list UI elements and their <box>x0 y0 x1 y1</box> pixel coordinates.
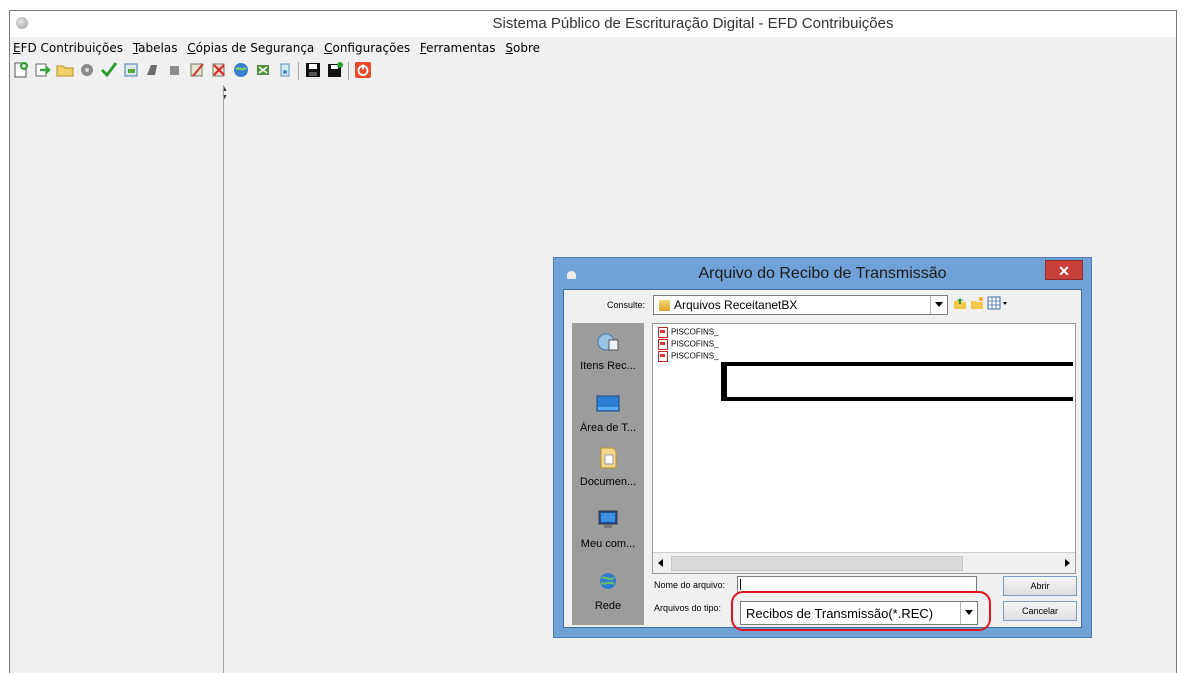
places-bar: Itens Rec... Área de T... Documen... Meu… <box>572 323 644 625</box>
place-label: Itens Rec... <box>580 360 636 372</box>
look-in-combo[interactable]: Arquivos ReceitanetBX <box>653 295 948 315</box>
desktop-icon <box>596 395 620 412</box>
up-folder-icon[interactable] <box>953 296 967 310</box>
close-button[interactable]: ✕ <box>1045 260 1083 280</box>
file-name: PISCOFINS_ <box>671 339 719 349</box>
documents-icon <box>600 447 617 469</box>
look-in-label: Consulte: <box>607 300 646 310</box>
import-icon[interactable] <box>34 61 52 79</box>
file-name: PISCOFINS_ <box>671 327 719 337</box>
highlight-annotation <box>731 591 991 631</box>
edit-icon[interactable] <box>188 61 206 79</box>
menu-tabelas[interactable]: Tabelas <box>130 38 181 55</box>
new-folder-icon[interactable] <box>970 296 984 310</box>
list-item[interactable]: PISCOFINS_ <box>658 351 719 362</box>
place-label: Meu com... <box>580 538 636 550</box>
computer-icon <box>598 510 618 528</box>
list-item[interactable]: PISCOFINS_ <box>658 327 719 338</box>
chevron-down-icon[interactable] <box>930 296 947 314</box>
recent-items-icon <box>597 333 619 351</box>
pdf-file-icon <box>658 339 668 350</box>
menu-bar: EFD Contribuições Tabelas Cópias de Segu… <box>10 38 1176 58</box>
place-label: Área de T... <box>579 422 637 434</box>
window-title: Sistema Público de Escrituração Digital … <box>492 15 894 32</box>
open-button[interactable]: Abrir <box>1003 576 1077 596</box>
view-menu-icon[interactable] <box>987 296 1009 310</box>
report-icon[interactable] <box>254 61 272 79</box>
pdf-file-icon <box>658 327 668 338</box>
file-name: PISCOFINS_ <box>671 351 719 361</box>
open-folder-icon[interactable] <box>56 61 74 79</box>
folder-icon <box>659 300 670 311</box>
validate-icon[interactable] <box>78 61 96 79</box>
save-as-icon[interactable] <box>326 61 344 79</box>
file-type-label: Arquivos do tipo: <box>654 603 722 613</box>
navigation-tree-pane[interactable] <box>10 85 221 673</box>
look-in-value: Arquivos ReceitanetBX <box>674 298 798 312</box>
save-icon[interactable] <box>304 61 322 79</box>
transmit-icon[interactable] <box>232 61 250 79</box>
file-name-label: Nome do arquivo: <box>654 580 726 590</box>
new-icon[interactable] <box>12 61 30 79</box>
place-desktop[interactable]: Área de T... <box>572 393 644 434</box>
place-network[interactable]: Rede <box>572 571 644 612</box>
toolbar-separator <box>348 62 349 80</box>
menu-configuracoes[interactable]: Configurações <box>321 38 413 55</box>
redaction-fill <box>727 366 1073 397</box>
search-icon[interactable] <box>276 61 294 79</box>
file-chooser-dialog: Arquivo do Recibo de Transmissão ✕ Consu… <box>553 257 1092 638</box>
title-bar: Sistema Público de Escrituração Digital … <box>10 11 1176 37</box>
place-label: Documen... <box>579 476 637 488</box>
stop-icon[interactable] <box>166 61 184 79</box>
delete-icon[interactable] <box>210 61 228 79</box>
scrollbar-thumb[interactable] <box>671 556 963 571</box>
dialog-title-bar[interactable]: Arquivo do Recibo de Transmissão ✕ <box>554 260 1091 288</box>
file-list[interactable]: PISCOFINS_ PISCOFINS_ PISCOFINS_ <box>652 323 1076 574</box>
exit-icon[interactable] <box>354 61 372 79</box>
scroll-left-icon[interactable] <box>658 559 663 567</box>
list-item[interactable]: PISCOFINS_ <box>658 339 719 350</box>
menu-ferramentas[interactable]: Ferramentas <box>417 38 499 55</box>
network-icon <box>600 573 616 589</box>
place-label: Rede <box>594 600 622 612</box>
horizontal-scrollbar[interactable] <box>653 552 1075 573</box>
dialog-body: Consulte: Arquivos ReceitanetBX Itens Re… <box>563 289 1082 631</box>
menu-sobre[interactable]: Sobre <box>502 38 543 55</box>
place-recent-items[interactable]: Itens Rec... <box>572 331 644 372</box>
pdf-file-icon <box>658 351 668 362</box>
check-icon[interactable] <box>100 61 118 79</box>
place-documents[interactable]: Documen... <box>572 447 644 488</box>
menu-efd-contribuicoes[interactable]: EFD Contribuições <box>10 38 126 55</box>
place-my-computer[interactable]: Meu com... <box>572 509 644 550</box>
sign-icon[interactable] <box>144 61 162 79</box>
text-caret <box>740 579 741 590</box>
toolbar <box>10 59 1176 83</box>
cancel-button[interactable]: Cancelar <box>1003 601 1077 621</box>
scroll-right-icon[interactable] <box>1065 559 1070 567</box>
toolbar-separator <box>298 62 299 80</box>
menu-copias-de-seguranca[interactable]: Cópias de Segurança <box>184 38 317 55</box>
print-icon[interactable] <box>122 61 140 79</box>
dialog-title: Arquivo do Recibo de Transmissão <box>698 265 947 282</box>
